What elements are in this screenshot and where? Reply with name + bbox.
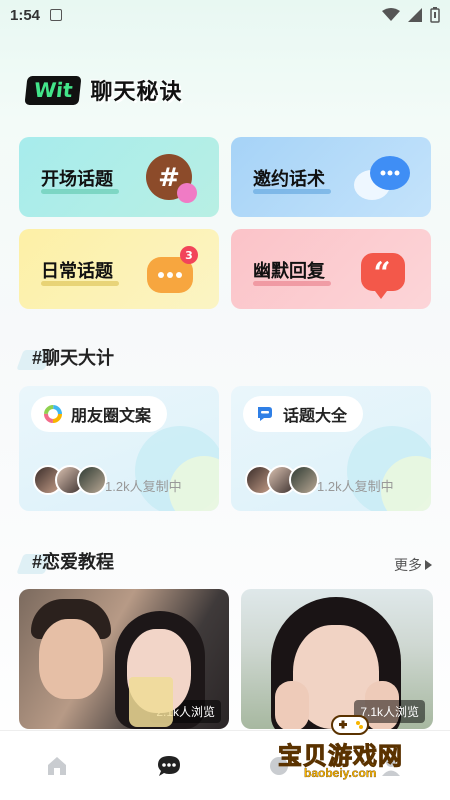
topic-card-label: 邀约话术	[253, 169, 325, 189]
notification-icon	[50, 9, 63, 21]
label-underline	[253, 189, 331, 194]
label-underline	[41, 281, 119, 286]
plan-card-moments[interactable]: 朋友圈文案 1.2k人复制中	[19, 386, 219, 511]
message-badge-icon: 3	[147, 246, 198, 293]
topic-card-opening[interactable]: 开场话题 #	[19, 137, 219, 217]
message-badge-count: 3	[185, 249, 193, 262]
page-header: Wit 聊天秘诀	[24, 72, 189, 108]
topic-card-invite[interactable]: 邀约话术	[231, 137, 431, 217]
section-title-plan: #聊天大计	[32, 348, 115, 368]
avatar-group	[33, 465, 107, 495]
tutorial-thumbnail[interactable]: 7.1k人浏览	[241, 589, 433, 729]
bottom-nav	[0, 730, 450, 800]
chat-bubbles-icon	[354, 156, 410, 200]
chat-nav-icon[interactable]	[157, 755, 181, 777]
avatar	[77, 465, 107, 495]
topic-card-label: 开场话题	[41, 169, 113, 189]
plan-card-topics[interactable]: 话题大全 1.2k人复制中	[231, 386, 431, 511]
status-time: 1:54	[10, 6, 41, 24]
home-icon[interactable]	[46, 755, 68, 777]
more-label: 更多	[394, 557, 422, 573]
plan-card-pill: 话题大全	[243, 396, 364, 432]
discover-icon[interactable]	[268, 755, 290, 777]
app-screen: 1:54 Wit 聊天秘诀 开场话题 # 邀约话术 日常话题 3 幽默回复 “ …	[0, 0, 450, 800]
copy-count: 1.2k人复制中	[317, 479, 394, 494]
section-title-tutorial: #恋爱教程	[32, 552, 115, 572]
plan-card-pill: 朋友圈文案	[31, 396, 168, 432]
page-title: 聊天秘诀	[90, 79, 183, 104]
photo-detail	[129, 677, 173, 727]
copy-count: 1.2k人复制中	[105, 479, 182, 494]
status-bar: 1:54	[0, 0, 450, 30]
signal-icon	[408, 8, 422, 22]
play-arrow-icon	[425, 560, 432, 570]
photo-detail	[275, 681, 309, 729]
tutorial-thumbnail[interactable]: 2.1k人浏览	[19, 589, 229, 729]
avatar	[289, 465, 319, 495]
topic-card-label: 日常话题	[41, 261, 113, 281]
rainbow-ring-icon	[44, 405, 62, 423]
svg-text:#: #	[158, 163, 180, 193]
hashtag-bubble-icon: #	[146, 154, 197, 203]
profile-icon[interactable]	[380, 755, 402, 777]
svg-text:“: “	[373, 256, 390, 291]
more-link[interactable]: 更多	[394, 555, 432, 575]
avatar-group	[245, 465, 319, 495]
quote-bubble-icon: “	[361, 253, 405, 299]
topic-card-label: 幽默回复	[253, 261, 325, 281]
battery-icon	[430, 7, 440, 23]
label-underline	[41, 189, 119, 194]
view-count: 7.1k人浏览	[354, 700, 425, 723]
photo-detail	[39, 619, 103, 699]
plan-card-label: 话题大全	[283, 408, 348, 425]
app-logo: Wit	[24, 75, 83, 105]
topic-card-daily[interactable]: 日常话题 3	[19, 229, 219, 309]
topic-card-humor[interactable]: 幽默回复 “	[231, 229, 431, 309]
label-underline	[253, 281, 331, 286]
wifi-icon	[382, 8, 400, 21]
plan-card-label: 朋友圈文案	[71, 408, 152, 425]
chat-bubble-icon	[258, 407, 272, 421]
